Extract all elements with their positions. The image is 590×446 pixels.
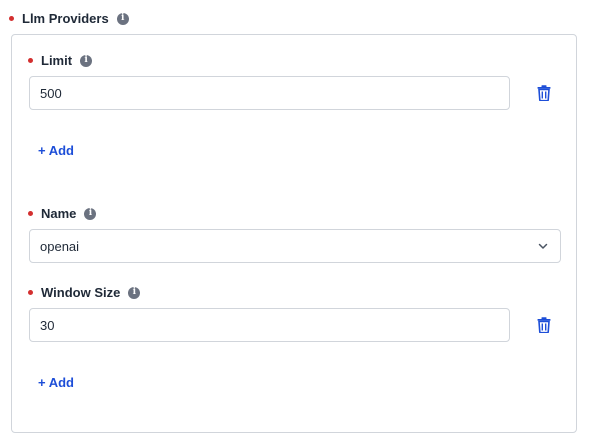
info-icon[interactable]: i — [128, 286, 141, 299]
name-label-row: Name i — [28, 206, 97, 221]
limit-input-value: 500 — [40, 85, 62, 101]
trash-icon — [537, 317, 551, 333]
info-icon[interactable]: i — [80, 54, 93, 67]
info-icon[interactable]: i — [84, 207, 97, 220]
window-size-input-value: 30 — [40, 317, 55, 333]
add-limit-button[interactable]: + Add — [38, 143, 74, 158]
limit-input[interactable]: 500 — [29, 76, 510, 110]
limit-label-row: Limit i — [28, 53, 93, 68]
required-indicator — [28, 290, 33, 295]
delete-limit-button[interactable] — [535, 84, 553, 102]
window-size-input[interactable]: 30 — [29, 308, 510, 342]
required-indicator — [28, 211, 33, 216]
delete-window-size-button[interactable] — [535, 316, 553, 334]
name-select[interactable]: openai — [29, 229, 561, 263]
info-icon[interactable]: i — [116, 12, 129, 25]
window-size-label: Window Size — [41, 285, 121, 300]
add-window-size-button[interactable]: + Add — [38, 375, 74, 390]
required-indicator — [28, 58, 33, 63]
chevron-down-icon — [536, 239, 550, 253]
name-label: Name — [41, 206, 77, 221]
limit-label: Limit — [41, 53, 73, 68]
trash-icon — [537, 85, 551, 101]
required-indicator — [9, 16, 14, 21]
name-select-value: openai — [40, 238, 80, 254]
window-size-label-row: Window Size i — [28, 285, 141, 300]
section-title-row: Llm Providers i — [9, 11, 129, 26]
section-title: Llm Providers — [22, 11, 109, 26]
